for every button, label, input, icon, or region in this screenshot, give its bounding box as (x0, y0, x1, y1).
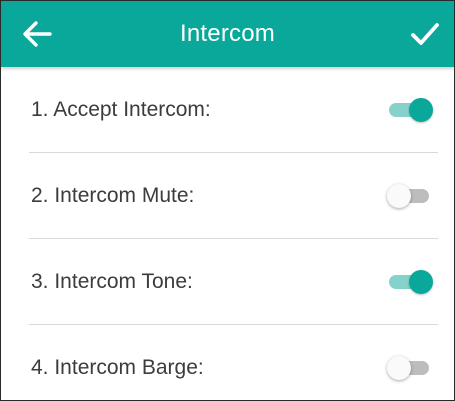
intercom-screen: Intercom 1. Accept Intercom: 2. Intercom… (0, 0, 455, 401)
setting-row-accept-intercom: 1. Accept Intercom: (1, 67, 454, 153)
setting-row-intercom-barge: 4. Intercom Barge: (1, 325, 454, 400)
toggle-knob (409, 270, 433, 294)
intercom-barge-toggle[interactable] (387, 355, 435, 381)
setting-label: 4. Intercom Barge: (31, 356, 204, 379)
toggle-knob (409, 98, 433, 122)
check-icon (411, 23, 439, 45)
setting-label: 3. Intercom Tone: (31, 270, 193, 293)
intercom-tone-toggle[interactable] (387, 269, 435, 295)
confirm-button[interactable] (404, 17, 444, 51)
setting-row-intercom-mute: 2. Intercom Mute: (1, 153, 454, 239)
toggle-knob (387, 184, 411, 208)
setting-label: 2. Intercom Mute: (31, 184, 195, 207)
page-title: Intercom (180, 20, 275, 47)
setting-row-intercom-tone: 3. Intercom Tone: (1, 239, 454, 325)
intercom-mute-toggle[interactable] (387, 183, 435, 209)
setting-label: 1. Accept Intercom: (31, 98, 211, 121)
accept-intercom-toggle[interactable] (387, 97, 435, 123)
title-bar: Intercom (1, 1, 454, 67)
toggle-knob (387, 356, 411, 380)
